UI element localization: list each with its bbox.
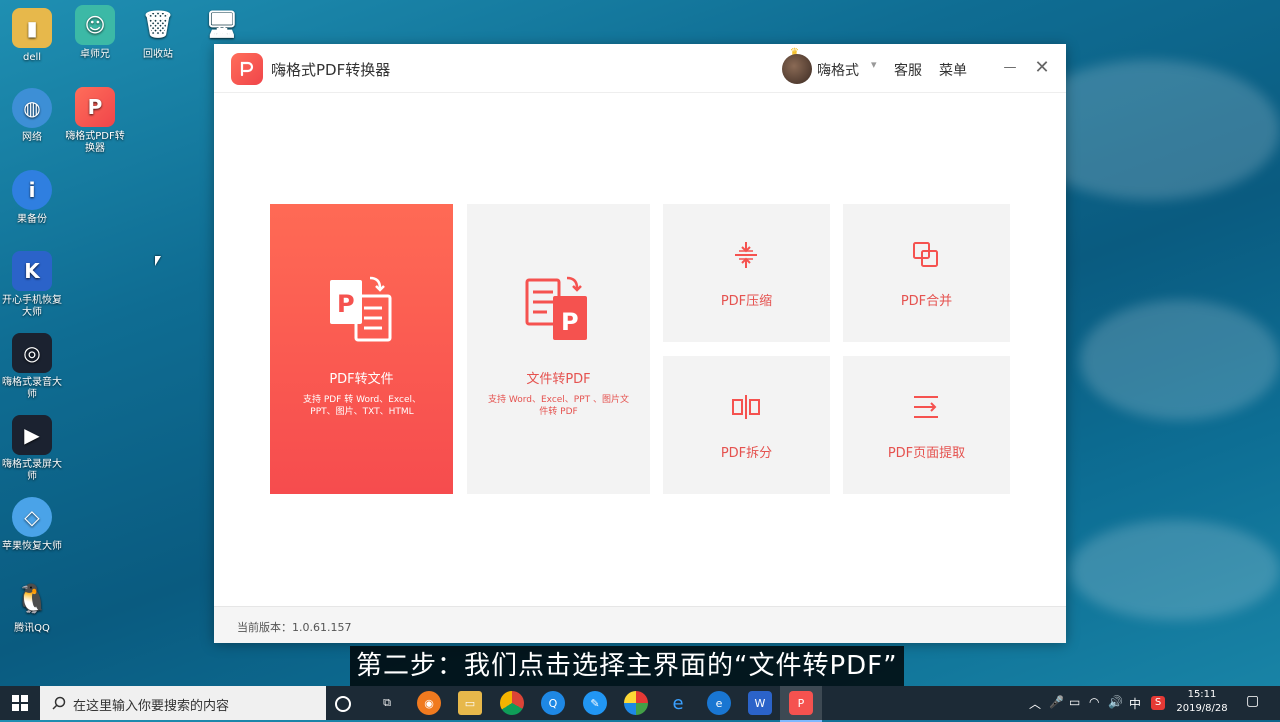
qq-icon: 🐧 bbox=[14, 582, 50, 615]
backup-icon: i bbox=[12, 170, 52, 210]
desktop-icon-dell[interactable]: ▮ dell bbox=[0, 8, 64, 64]
pdf-converter-taskbar-icon[interactable]: P bbox=[789, 691, 813, 715]
recycle-bin-icon: 🗑 bbox=[141, 10, 175, 40]
split-icon bbox=[732, 395, 760, 419]
video-subtitle: 第二步：我们点击选择主界面的“文件转PDF” bbox=[350, 646, 904, 686]
pdf-split-label: PDF拆分 bbox=[720, 446, 773, 461]
desktop-icon-zhuoshixiong[interactable]: ☺ 卓师兄 bbox=[63, 5, 127, 61]
pdf-converter-icon: P bbox=[75, 87, 115, 127]
battery-icon[interactable]: ▭ bbox=[1069, 695, 1080, 709]
notification-icon[interactable]: ▢ bbox=[1246, 693, 1259, 709]
pdf-merge-label: PDF合并 bbox=[900, 294, 953, 309]
pdf-compress-label: PDF压缩 bbox=[720, 294, 773, 309]
desktop-icon-backup[interactable]: i 果备份 bbox=[0, 170, 64, 226]
feather-app-icon[interactable]: ✎ bbox=[583, 691, 607, 715]
desktop-icon-screen-recorder[interactable]: ▶ 嗨格式录屏大师 bbox=[0, 415, 64, 483]
pdf-to-file-label: PDF转文件 bbox=[329, 372, 394, 387]
support-button[interactable]: 客服 bbox=[894, 60, 922, 80]
wps-writer-icon[interactable]: W bbox=[748, 691, 772, 715]
task-view-icon[interactable]: ⧉ bbox=[375, 691, 399, 715]
pdf-split-tile[interactable]: PDF拆分 bbox=[663, 356, 830, 494]
file-to-pdf-icon: P bbox=[525, 276, 587, 340]
chrome-icon[interactable] bbox=[500, 691, 524, 715]
desktop-icon-phone-recovery[interactable]: K 开心手机恢复大师 bbox=[0, 251, 64, 319]
start-button[interactable] bbox=[0, 686, 40, 720]
status-footer: 当前版本：1.0.61.157 bbox=[214, 606, 1066, 643]
file-explorer-icon[interactable]: ▭ bbox=[458, 691, 482, 715]
clock-date: 2019/8/28 bbox=[1176, 703, 1228, 714]
pdf-merge-tile[interactable]: PDF合并 bbox=[843, 204, 1010, 342]
page-extract-icon bbox=[914, 396, 938, 418]
ime-indicator[interactable]: 中 bbox=[1129, 695, 1141, 712]
search-icon bbox=[52, 696, 66, 710]
pdf-page-extract-tile[interactable]: PDF页面提取 bbox=[843, 356, 1010, 494]
app-title: 嗨格式PDF转换器 bbox=[271, 61, 391, 79]
network-icon: ◍ bbox=[12, 88, 52, 128]
windows-logo-icon bbox=[12, 695, 28, 711]
desktop-icon-audio-recorder[interactable]: ◎ 嗨格式录音大师 bbox=[0, 333, 64, 401]
merge-icon bbox=[913, 242, 938, 267]
file-to-pdf-desc: 支持 Word、Excel、PPT 、图片文件转 PDF bbox=[487, 395, 630, 417]
title-bar[interactable]: 嗨格式PDF转换器 ♛ 嗨格式 ▾ 客服 菜单 — ✕ bbox=[214, 44, 1066, 93]
taskbar: 在这里输入你要搜索的内容 ⧉ ◉ ▭ Q ✎ e e W P ︿ 🎤 ▭ ◠ 🔊… bbox=[0, 686, 1280, 722]
svg-text:P: P bbox=[561, 308, 579, 336]
version-text: 当前版本：1.0.61.157 bbox=[237, 621, 352, 634]
user-avatar[interactable] bbox=[782, 54, 812, 84]
search-placeholder: 在这里输入你要搜索的内容 bbox=[73, 699, 230, 714]
zhuoshixiong-icon: ☺ bbox=[75, 5, 115, 45]
pdf-to-file-icon: P bbox=[330, 276, 392, 342]
desktop-icon-qq[interactable]: 🐧 腾讯QQ bbox=[0, 579, 64, 635]
apple-recovery-icon: ◇ bbox=[12, 497, 52, 537]
wifi-icon[interactable]: ◠ bbox=[1089, 695, 1099, 709]
sogou-ime-icon[interactable]: S bbox=[1151, 696, 1165, 710]
taskbar-search-box[interactable]: 在这里输入你要搜索的内容 bbox=[40, 686, 326, 720]
this-pc-icon: 🖥 bbox=[205, 10, 239, 40]
wallpaper-wave bbox=[1070, 520, 1280, 620]
wallpaper-wave bbox=[1080, 300, 1280, 420]
user-dropdown-icon[interactable]: ▾ bbox=[871, 58, 877, 71]
tray-chevron-icon[interactable]: ︿ bbox=[1029, 695, 1041, 712]
pdf-compress-tile[interactable]: PDF压缩 bbox=[663, 204, 830, 342]
volume-icon[interactable]: 🔊 bbox=[1108, 695, 1123, 709]
color-picker-icon[interactable] bbox=[624, 691, 648, 715]
screen-recorder-icon: ▶ bbox=[12, 415, 52, 455]
edge-icon[interactable]: e bbox=[666, 691, 690, 715]
audio-recorder-icon: ◎ bbox=[12, 333, 52, 373]
mouse-cursor-icon bbox=[155, 256, 161, 266]
firefox-icon[interactable]: ◉ bbox=[417, 691, 441, 715]
menu-button[interactable]: 菜单 bbox=[939, 60, 967, 80]
user-name[interactable]: 嗨格式 bbox=[817, 60, 859, 80]
desktop-icon-apple-recovery[interactable]: ◇ 苹果恢复大师 bbox=[0, 497, 64, 553]
phone-recovery-icon: K bbox=[12, 251, 52, 291]
pdf-to-file-desc: 支持 PDF 转 Word、Excel、PPT、图片、TXT、HTML bbox=[302, 395, 422, 417]
desktop-icon-network[interactable]: ◍ 网络 bbox=[0, 88, 64, 144]
pdf-converter-window: 嗨格式PDF转换器 ♛ 嗨格式 ▾ 客服 菜单 — ✕ P PDF转文件 支持 … bbox=[214, 44, 1066, 643]
svg-text:P: P bbox=[337, 290, 355, 318]
desktop-icon-recycle-bin[interactable]: 🗑 回收站 bbox=[126, 5, 190, 61]
close-button[interactable]: ✕ bbox=[1030, 56, 1054, 80]
app-logo-icon bbox=[231, 53, 263, 85]
pdf-page-extract-label: PDF页面提取 bbox=[887, 446, 966, 461]
minimize-button[interactable]: — bbox=[998, 56, 1022, 80]
user-folder-icon: ▮ bbox=[12, 8, 52, 48]
ie-icon[interactable]: e bbox=[707, 691, 731, 715]
cortana-icon[interactable] bbox=[335, 696, 351, 712]
pdf-to-file-tile[interactable]: P PDF转文件 支持 PDF 转 Word、Excel、PPT、图片、TXT、… bbox=[270, 204, 453, 494]
file-to-pdf-label: 文件转PDF bbox=[526, 372, 591, 387]
microphone-icon[interactable]: 🎤 bbox=[1049, 695, 1064, 709]
system-clock[interactable]: 15:11 2019/8/28 bbox=[1174, 688, 1230, 716]
file-to-pdf-tile[interactable]: P 文件转PDF 支持 Word、Excel、PPT 、图片文件转 PDF bbox=[467, 204, 650, 494]
clock-time: 15:11 bbox=[1187, 689, 1217, 700]
desktop-icon-pdf-converter[interactable]: P 嗨格式PDF转换器 bbox=[63, 87, 127, 155]
compress-icon bbox=[735, 242, 757, 268]
search-app-icon[interactable]: Q bbox=[541, 691, 565, 715]
